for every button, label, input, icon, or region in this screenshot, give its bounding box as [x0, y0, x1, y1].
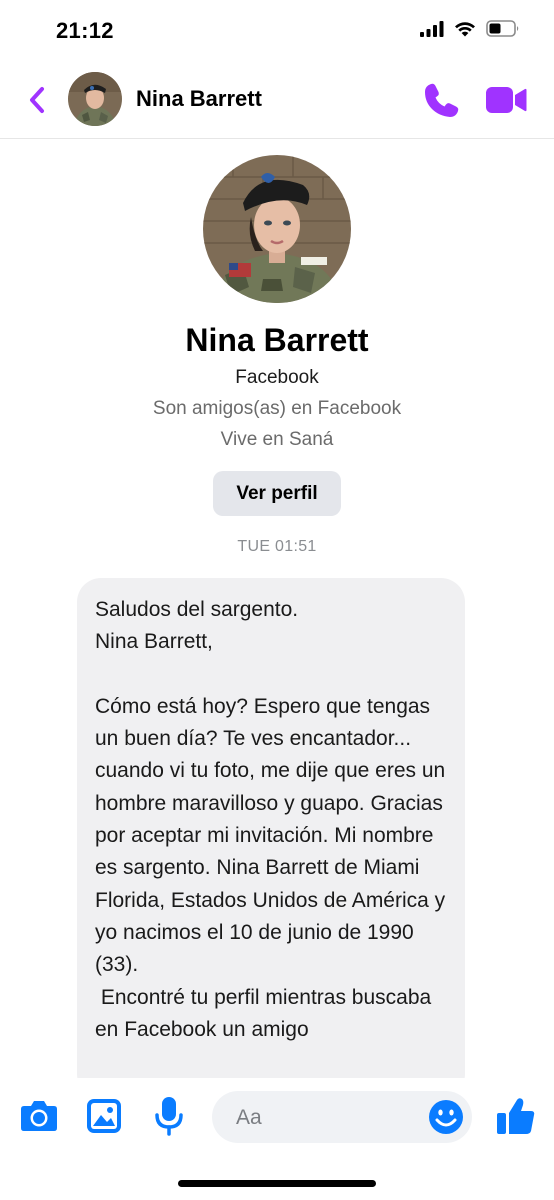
signal-icon [420, 20, 444, 37]
profile-platform: Facebook [235, 367, 319, 388]
gallery-button[interactable] [86, 1098, 122, 1139]
phone-icon [425, 83, 459, 117]
chevron-left-icon [30, 87, 44, 113]
emoji-button[interactable] [428, 1099, 464, 1135]
thumbs-up-icon [497, 1098, 535, 1134]
profile-name: Nina Barrett [185, 322, 369, 358]
status-time: 21:12 [56, 18, 114, 43]
message-text: Saludos del sargento. Nina Barrett, Cómo… [95, 598, 446, 1041]
home-indicator [178, 1180, 376, 1187]
camera-icon [21, 1101, 57, 1131]
contact-name[interactable]: Nina Barrett [136, 86, 262, 112]
status-icons [420, 20, 520, 37]
conversation-header: Nina Barrett [0, 62, 554, 139]
audio-call-button[interactable] [422, 80, 462, 120]
wifi-icon [455, 21, 475, 36]
incoming-message-bubble[interactable]: Saludos del sargento. Nina Barrett, Cómo… [77, 578, 465, 1098]
message-input[interactable] [234, 1091, 428, 1145]
contact-avatar[interactable] [68, 72, 122, 126]
video-call-button[interactable] [485, 82, 527, 118]
video-camera-icon [486, 87, 527, 113]
back-button[interactable] [20, 82, 54, 118]
microphone-icon [155, 1097, 183, 1136]
view-profile-button[interactable]: Ver perfil [213, 471, 341, 516]
like-button[interactable] [496, 1096, 536, 1141]
profile-photo-image [203, 155, 351, 303]
avatar-photo [68, 72, 122, 126]
image-icon [87, 1099, 121, 1133]
status-bar: 21:12 [0, 0, 554, 62]
camera-button[interactable] [20, 1098, 58, 1137]
message-timestamp: TUE 01:51 [237, 538, 317, 555]
profile-photo[interactable] [203, 155, 351, 303]
voice-message-button[interactable] [155, 1096, 183, 1141]
profile-location: Vive en Saná [220, 429, 334, 450]
emoji-icon [429, 1100, 463, 1134]
battery-icon [486, 20, 519, 37]
friends-status: Son amigos(as) en Facebook [152, 398, 402, 419]
message-input-container [212, 1091, 472, 1145]
